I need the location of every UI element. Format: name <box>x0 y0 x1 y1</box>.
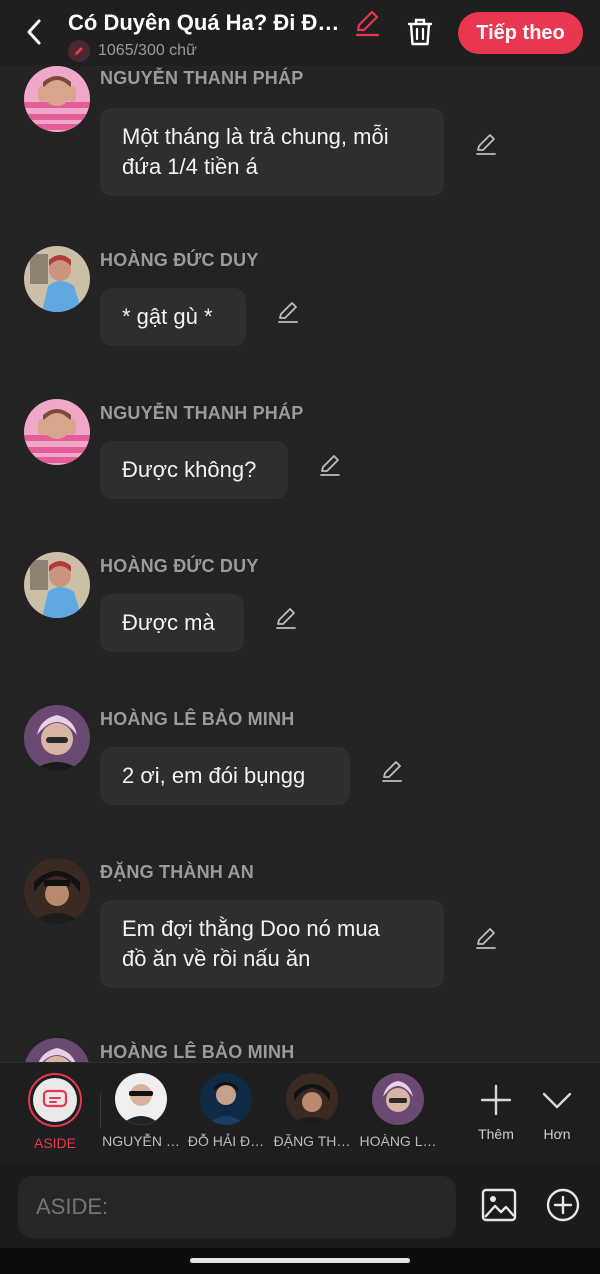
chat-bubble-icon <box>42 1089 68 1108</box>
avatar[interactable] <box>24 246 90 312</box>
top-bar: Có Duyên Quá Ha? Đi Đ… 1065/300 chữ Tiếp… <box>0 0 600 66</box>
speaker-name: HOÀNG ĐỨC DUY <box>100 250 259 270</box>
edit-message-button[interactable] <box>274 298 302 326</box>
plus-circle-icon <box>546 1188 580 1222</box>
word-count-text: 1065/300 chữ <box>98 42 197 59</box>
more-button[interactable]: Hơn <box>527 1075 587 1142</box>
character-hoang-l[interactable]: HOÀNG L… <box>358 1073 438 1149</box>
aside-avatar <box>28 1073 82 1127</box>
message-input[interactable] <box>18 1176 456 1238</box>
composer <box>0 1162 600 1248</box>
edit-message-button[interactable] <box>472 130 500 158</box>
avatar[interactable] <box>24 399 90 465</box>
speaker-name: NGUYỄN THANH PHÁP <box>100 403 304 423</box>
message-bubble[interactable]: Được mà <box>100 594 244 652</box>
back-button[interactable] <box>18 14 50 50</box>
trash-icon <box>407 18 433 46</box>
avatar[interactable] <box>24 1038 90 1062</box>
pencil-icon <box>476 928 496 949</box>
more-label: Hơn <box>543 1126 571 1142</box>
avatar[interactable] <box>24 66 90 132</box>
message-text: Một tháng là trả chung, mỗi <box>122 124 389 149</box>
character-label: ĐỖ HẢI Đ… <box>187 1133 265 1149</box>
character-label: HOÀNG L… <box>359 1133 437 1149</box>
image-icon <box>481 1188 517 1222</box>
insert-image-button[interactable] <box>480 1186 518 1224</box>
speaker-name: HOÀNG LÊ BẢO MINH <box>100 1042 295 1062</box>
character-aside[interactable]: ASIDE <box>15 1073 95 1151</box>
character-dang-th[interactable]: ĐẶNG TH… <box>272 1073 352 1149</box>
avatar <box>115 1073 167 1125</box>
add-label: Thêm <box>478 1126 514 1142</box>
pencil-icon <box>276 608 296 629</box>
chat-list[interactable]: NGUYỄN THANH PHÁP Một tháng là trả chung… <box>0 66 600 1062</box>
home-pill[interactable] <box>190 1258 410 1263</box>
character-label: ĐẶNG TH… <box>273 1133 351 1149</box>
message-bubble[interactable]: Một tháng là trả chung, mỗi đứa 1/4 tiền… <box>100 108 444 196</box>
character-label: NGUYỄN … <box>102 1133 180 1149</box>
avatar[interactable] <box>24 705 90 771</box>
avatar <box>200 1073 252 1125</box>
edit-message-button[interactable] <box>472 924 500 952</box>
edit-message-button[interactable] <box>378 757 406 785</box>
pencil-badge-icon <box>68 40 90 62</box>
delete-button[interactable] <box>402 14 438 50</box>
avatar <box>286 1073 338 1125</box>
chevron-left-icon <box>27 19 41 45</box>
character-nguyen[interactable]: NGUYỄN … <box>101 1073 181 1149</box>
character-label: ASIDE <box>33 1135 76 1151</box>
message-text: Được không? <box>122 457 257 482</box>
home-indicator <box>0 1248 600 1274</box>
pencil-icon <box>382 761 402 782</box>
speaker-name: NGUYỄN THANH PHÁP <box>100 68 304 88</box>
speaker-name: HOÀNG LÊ BẢO MINH <box>100 709 295 729</box>
story-title[interactable]: Có Duyên Quá Ha? Đi Đ… <box>68 10 340 36</box>
message-bubble[interactable]: * gật gù * <box>100 288 246 346</box>
pencil-icon <box>355 10 380 37</box>
message-bubble[interactable]: Em đợi thằng Doo nó mua đồ ăn về rồi nấu… <box>100 900 444 988</box>
edit-message-button[interactable] <box>316 451 344 479</box>
chevron-down-icon <box>542 1092 572 1109</box>
pencil-icon <box>320 455 340 476</box>
pencil-icon <box>278 302 298 323</box>
add-character-button[interactable]: Thêm <box>466 1075 526 1142</box>
avatar[interactable] <box>24 858 90 924</box>
message-text: * gật gù * <box>122 304 213 329</box>
message-bubble[interactable]: 2 ơi, em đói bụngg <box>100 747 350 805</box>
speaker-name: HOÀNG ĐỨC DUY <box>100 556 259 576</box>
character-selector: ASIDE NGUYỄN … ĐỖ HẢI Đ… ĐẶNG TH… HOÀNG … <box>0 1062 600 1162</box>
next-button[interactable]: Tiếp theo <box>458 12 583 54</box>
message-text: Em đợi thằng Doo nó mua <box>122 916 380 941</box>
edit-title-button[interactable] <box>352 8 382 38</box>
pencil-icon <box>476 134 496 155</box>
plus-icon <box>480 1084 512 1116</box>
message-text: đồ ăn về rồi nấu ăn <box>122 946 311 971</box>
character-do-hai[interactable]: ĐỖ HẢI Đ… <box>186 1073 266 1149</box>
avatar[interactable] <box>24 552 90 618</box>
avatar <box>372 1073 424 1125</box>
add-content-button[interactable] <box>544 1186 582 1224</box>
message-text: Được mà <box>122 610 215 635</box>
edit-message-button[interactable] <box>272 604 300 632</box>
message-text: 2 ơi, em đói bụngg <box>122 763 306 788</box>
message-bubble[interactable]: Được không? <box>100 441 288 499</box>
message-text: đứa 1/4 tiền á <box>122 154 258 179</box>
word-count: 1065/300 chữ <box>68 40 197 62</box>
speaker-name: ĐẶNG THÀNH AN <box>100 862 254 882</box>
